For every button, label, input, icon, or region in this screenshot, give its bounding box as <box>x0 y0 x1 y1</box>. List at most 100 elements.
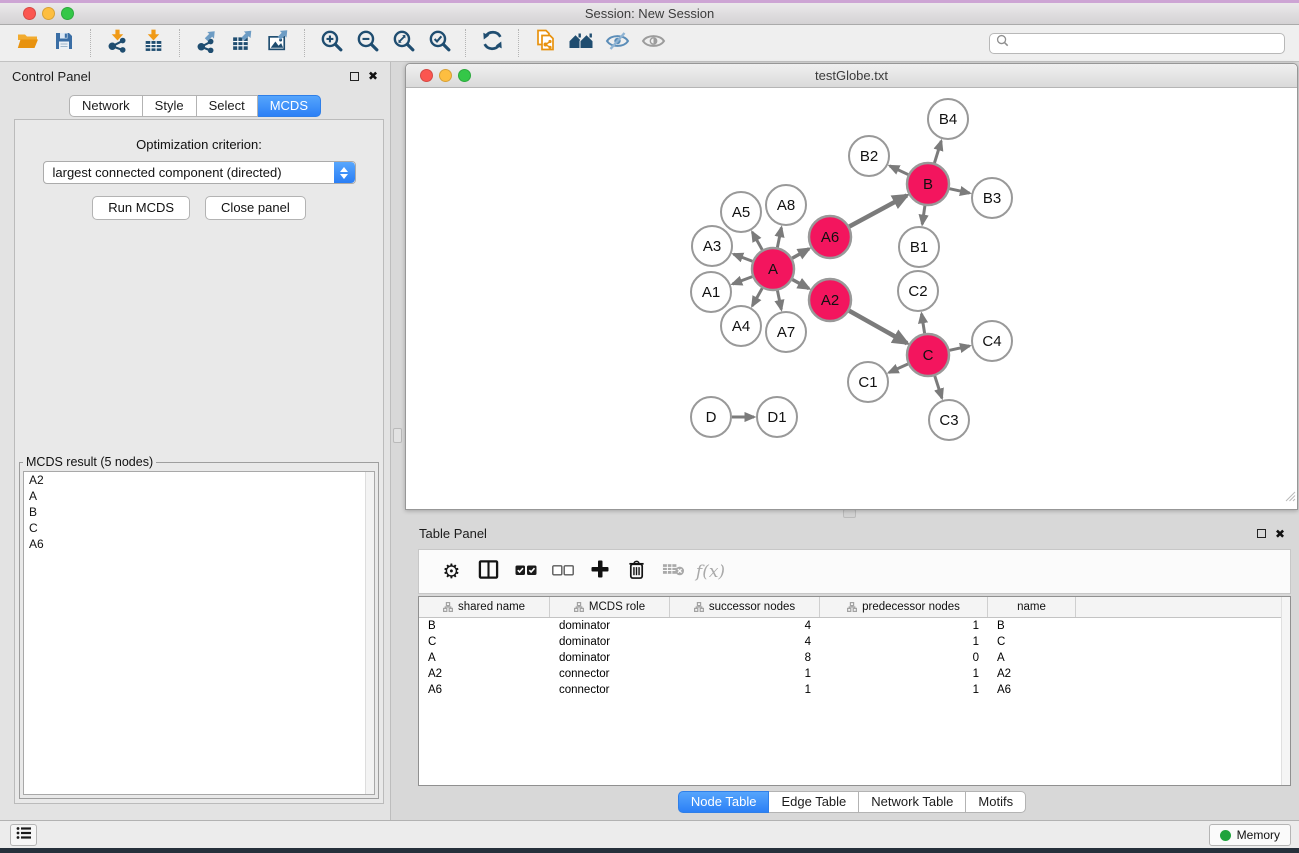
open-session-button[interactable] <box>10 27 46 59</box>
graph-node-A1[interactable]: A1 <box>691 272 731 312</box>
column-header-predecessor-nodes[interactable]: predecessor nodes <box>820 597 988 617</box>
float-panel-icon[interactable] <box>350 72 359 81</box>
graph-node-B1[interactable]: B1 <box>899 227 939 267</box>
graph-node-A5[interactable]: A5 <box>721 192 761 232</box>
export-network-button[interactable] <box>188 27 224 59</box>
graph-edge-C-C4[interactable] <box>949 346 969 350</box>
graph-node-D[interactable]: D <box>691 397 731 437</box>
graph-node-C[interactable]: C <box>907 334 949 376</box>
deselect-all-button[interactable] <box>544 554 581 590</box>
apply-layout-button[interactable] <box>474 27 510 59</box>
graph-node-C2[interactable]: C2 <box>898 271 938 311</box>
hide-panel-button[interactable] <box>599 27 635 59</box>
graph-node-B3[interactable]: B3 <box>972 178 1012 218</box>
result-item-a2[interactable]: A2 <box>24 472 374 488</box>
table-settings-button[interactable]: ⚙ <box>433 554 470 590</box>
float-table-panel-icon[interactable] <box>1257 529 1266 538</box>
result-item-a[interactable]: A <box>24 488 374 504</box>
tab-style[interactable]: Style <box>143 95 197 117</box>
import-network-button[interactable] <box>99 27 135 59</box>
column-header-successor-nodes[interactable]: successor nodes <box>670 597 820 617</box>
create-column-button[interactable] <box>581 554 618 590</box>
network-graph[interactable]: A5A8A3AA1A4A7A6A2B2BB4B3B1C2CC4C1C3DD1 <box>406 88 1297 508</box>
zoom-fit-button[interactable] <box>385 27 421 59</box>
graph-node-A[interactable]: A <box>752 248 794 290</box>
close-panel-button[interactable]: Close panel <box>205 196 306 220</box>
tab-network[interactable]: Network <box>69 95 143 117</box>
graph-node-A4[interactable]: A4 <box>721 306 761 346</box>
graph-edge-A-A5[interactable] <box>752 232 762 250</box>
graph-edge-B-B1[interactable] <box>922 206 925 224</box>
zoom-out-button[interactable] <box>349 27 385 59</box>
table-row-b[interactable]: Bdominator41B <box>419 618 1290 634</box>
tab-mcds[interactable]: MCDS <box>258 95 321 117</box>
import-table-button[interactable] <box>135 27 171 59</box>
zoom-in-button[interactable] <box>313 27 349 59</box>
graph-node-B4[interactable]: B4 <box>928 99 968 139</box>
show-panel-button[interactable] <box>635 27 671 59</box>
resize-grip-icon[interactable] <box>1283 489 1296 507</box>
vertical-split-handle[interactable] <box>393 428 402 443</box>
graph-node-A6[interactable]: A6 <box>809 216 851 258</box>
graph-edge-A6-B[interactable] <box>849 195 907 226</box>
show-columns-button[interactable] <box>470 554 507 590</box>
result-item-a6[interactable]: A6 <box>24 536 374 552</box>
table-row-a[interactable]: Adominator80A <box>419 650 1290 666</box>
graph-edge-A-A6[interactable] <box>792 249 809 258</box>
graph-edge-A-A3[interactable] <box>734 254 753 261</box>
network-canvas[interactable]: A5A8A3AA1A4A7A6A2B2BB4B3B1C2CC4C1C3DD1 <box>406 88 1297 508</box>
graph-edge-B-B2[interactable] <box>890 166 908 175</box>
graph-node-C4[interactable]: C4 <box>972 321 1012 361</box>
task-history-button[interactable] <box>10 824 37 846</box>
graph-edge-C-C2[interactable] <box>922 314 925 334</box>
graph-node-A8[interactable]: A8 <box>766 185 806 225</box>
cyndex-browser-button[interactable] <box>563 27 599 59</box>
new-network-from-selection-button[interactable] <box>527 27 563 59</box>
close-table-panel-icon[interactable]: ✖ <box>1275 528 1285 540</box>
graph-edge-C-C1[interactable] <box>889 364 908 373</box>
table-scrollbar[interactable] <box>1281 597 1290 785</box>
graph-edge-A-A1[interactable] <box>733 277 753 284</box>
memory-button[interactable]: Memory <box>1209 824 1291 846</box>
graph-edge-A-A7[interactable] <box>777 291 781 310</box>
horizontal-split-handle[interactable] <box>843 509 856 518</box>
optimization-criterion-dropdown[interactable]: largest connected component (directed) <box>43 161 356 184</box>
tab-node-table[interactable]: Node Table <box>678 791 770 813</box>
table-row-a2[interactable]: A2connector11A2 <box>419 666 1290 682</box>
select-all-button[interactable] <box>507 554 544 590</box>
graph-node-C3[interactable]: C3 <box>929 400 969 440</box>
run-mcds-button[interactable]: Run MCDS <box>92 196 190 220</box>
column-header-name[interactable]: name <box>988 597 1076 617</box>
graph-edge-B-B4[interactable] <box>934 141 941 163</box>
tab-motifs[interactable]: Motifs <box>966 791 1026 813</box>
graph-edge-A2-C[interactable] <box>849 311 907 343</box>
graph-edge-B-B3[interactable] <box>949 189 969 193</box>
export-table-button[interactable] <box>224 27 260 59</box>
result-item-c[interactable]: C <box>24 520 374 536</box>
graph-node-A2[interactable]: A2 <box>809 279 851 321</box>
graph-node-B2[interactable]: B2 <box>849 136 889 176</box>
search-field[interactable] <box>989 33 1285 54</box>
close-panel-icon[interactable]: ✖ <box>368 70 378 82</box>
graph-edge-A-A4[interactable] <box>752 288 762 306</box>
column-header-MCDS-role[interactable]: MCDS role <box>550 597 670 617</box>
delete-column-button[interactable] <box>618 554 655 590</box>
zoom-selected-button[interactable] <box>421 27 457 59</box>
graph-node-A7[interactable]: A7 <box>766 312 806 352</box>
mcds-result-list[interactable]: A2ABCA6 <box>23 471 375 795</box>
graph-edge-A-A2[interactable] <box>792 280 809 289</box>
graph-node-C1[interactable]: C1 <box>848 362 888 402</box>
tab-network-table[interactable]: Network Table <box>859 791 966 813</box>
save-session-button[interactable] <box>46 27 82 59</box>
graph-node-A3[interactable]: A3 <box>692 226 732 266</box>
graph-node-B[interactable]: B <box>907 163 949 205</box>
tab-edge-table[interactable]: Edge Table <box>769 791 859 813</box>
table-row-a6[interactable]: A6connector11A6 <box>419 682 1290 698</box>
result-list-scrollbar[interactable] <box>365 472 374 794</box>
table-row-c[interactable]: Cdominator41C <box>419 634 1290 650</box>
export-image-button[interactable] <box>260 27 296 59</box>
search-input[interactable] <box>1014 36 1278 50</box>
graph-edge-C-C3[interactable] <box>935 376 942 398</box>
tab-select[interactable]: Select <box>197 95 258 117</box>
column-header-shared-name[interactable]: shared name <box>419 597 550 617</box>
